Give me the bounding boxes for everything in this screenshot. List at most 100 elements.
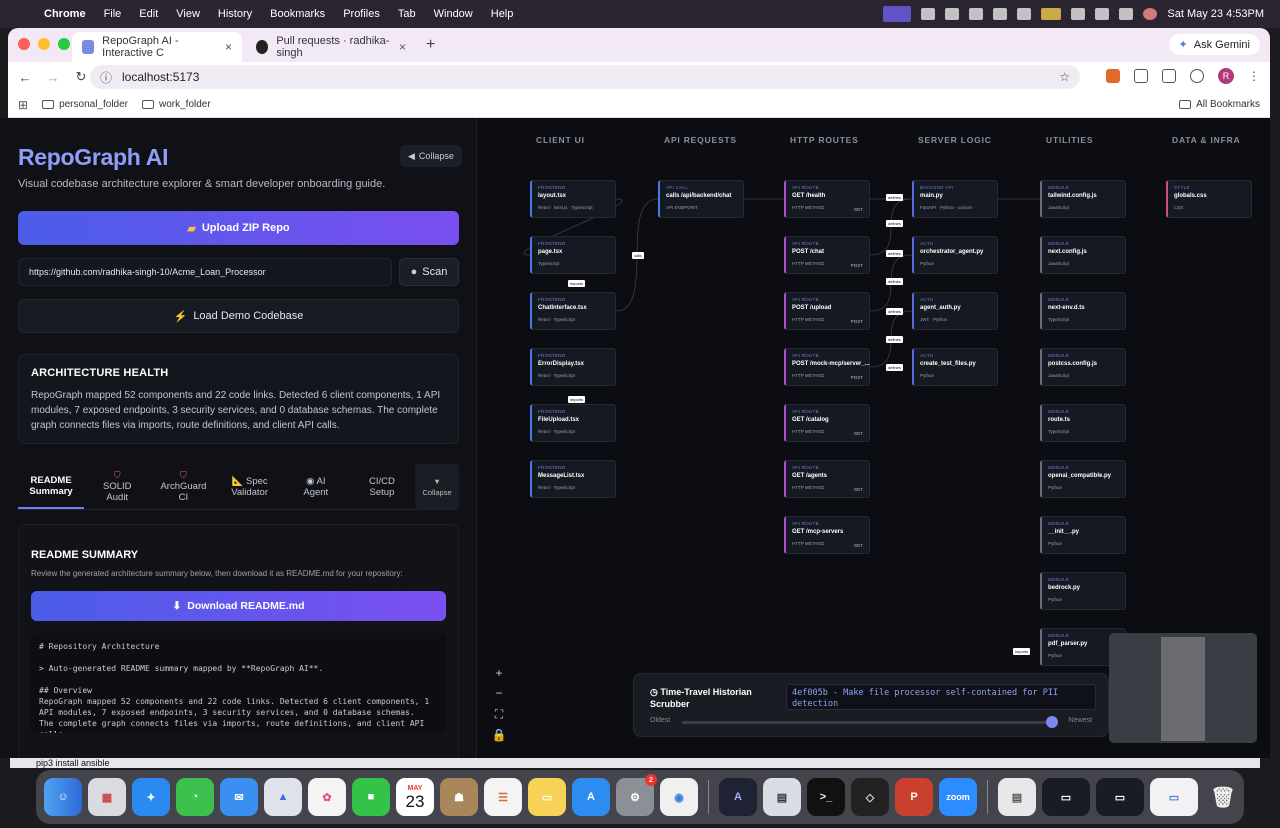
menu-app-name[interactable]: Chrome	[44, 8, 86, 20]
graph-node-route[interactable]: API ROUTE POST /upload HTTP METHOD POST	[784, 292, 870, 330]
wifi-icon[interactable]	[1071, 8, 1086, 20]
maps-icon[interactable]: ▲	[264, 778, 302, 816]
load-demo-button[interactable]: ⚡ Load Demo Codebase	[18, 299, 459, 333]
reminders-icon[interactable]: ☰	[484, 778, 522, 816]
extension-icon[interactable]	[1106, 69, 1120, 83]
graph-node-util[interactable]: MODULE openai_compatible.py Python	[1040, 460, 1126, 498]
graph-node-util[interactable]: MODULE route.ts TypeScript	[1040, 404, 1126, 442]
tab-search-icon[interactable]	[1162, 69, 1176, 83]
collapse-sidebar-button[interactable]: ◀ Collapse	[400, 145, 462, 167]
recent-window-thumbnail[interactable]: ▭	[1096, 778, 1144, 816]
graph-node-route[interactable]: API ROUTE GET /health HTTP METHOD GET	[784, 180, 870, 218]
launchpad-icon[interactable]: ▦	[88, 778, 126, 816]
menu-bookmarks[interactable]: Bookmarks	[270, 8, 325, 20]
contacts-icon[interactable]: ☗	[440, 778, 478, 816]
graph-node-client[interactable]: FRONTEND ErrorDisplay.tsx React · TypeScri…	[530, 348, 616, 386]
graph-node-server[interactable]: AUTH create_test_files.py Python	[912, 348, 998, 386]
tab-cicd-setup[interactable]: CI/CD Setup	[349, 464, 415, 509]
moon-icon[interactable]	[1017, 8, 1032, 20]
powerpoint-icon[interactable]: P	[895, 778, 933, 816]
graph-node-client[interactable]: FRONTEND page.tsx TypeScript	[530, 236, 616, 274]
menu-history[interactable]: History	[218, 8, 252, 20]
forward-arrow-icon[interactable]: →	[42, 70, 64, 85]
graph-node-client[interactable]: FRONTEND ChatInterface.tsx React · TypeScr…	[530, 292, 616, 330]
siri-icon[interactable]	[1143, 8, 1158, 20]
sparkle-icon[interactable]	[969, 8, 984, 20]
finder-icon[interactable]: ☺	[44, 778, 82, 816]
recent-document-icon[interactable]: ▤	[998, 778, 1036, 816]
close-window-button[interactable]	[18, 38, 30, 50]
bookmark-star-icon[interactable]: ☆	[1059, 70, 1070, 84]
screen-share-icon[interactable]	[883, 6, 912, 22]
graph-node-util[interactable]: MODULE __init__.py Python	[1040, 516, 1126, 554]
recent-window-thumbnail[interactable]: ▭	[1042, 778, 1090, 816]
notes-icon[interactable]: ▭	[528, 778, 566, 816]
graph-node-util[interactable]: MODULE next-env.d.ts TypeScript	[1040, 292, 1126, 330]
close-tab-icon[interactable]: ×	[225, 40, 232, 54]
lock-icon[interactable]	[993, 8, 1008, 20]
upload-zip-button[interactable]: ▰ Upload ZIP Repo	[18, 211, 459, 245]
mail-icon[interactable]: ✉	[220, 778, 258, 816]
preview-icon[interactable]: ▤	[763, 778, 801, 816]
tab-pull-requests[interactable]: Pull requests · radhika-singh ×	[246, 32, 416, 62]
readme-code-preview[interactable]: # Repository Architecture > Auto-generat…	[31, 633, 446, 733]
site-info-icon[interactable]: ⓘ	[100, 69, 112, 86]
reload-icon[interactable]: ↻	[70, 69, 92, 85]
recent-window-thumbnail[interactable]: ▭	[1150, 778, 1198, 816]
shield-icon[interactable]	[921, 8, 936, 20]
chrome-icon[interactable]: ◉	[660, 778, 698, 816]
control-center-icon[interactable]	[1119, 8, 1134, 20]
tab-readme-summary[interactable]: README Summary	[18, 464, 85, 509]
download-readme-button[interactable]: ⬇ Download README.md	[31, 591, 446, 621]
graph-node-server[interactable]: AUTH orchestrator_agent.py Python	[912, 236, 998, 274]
graph-node-util[interactable]: MODULE bedrock.py Python	[1040, 572, 1126, 610]
graph-node-server[interactable]: AUTH agent_auth.py JWT · Python	[912, 292, 998, 330]
arc-icon[interactable]: A	[719, 778, 757, 816]
bookmark-personal-folder[interactable]: personal_folder	[42, 99, 128, 110]
app-store-icon[interactable]: A	[572, 778, 610, 816]
profile-avatar[interactable]: R	[1218, 68, 1234, 84]
font-icon[interactable]	[945, 8, 960, 20]
tab-solid-audit[interactable]: ⛉ SOLID Audit	[84, 464, 150, 509]
graph-node-data[interactable]: STYLE globals.css CSS	[1166, 180, 1252, 218]
menu-view[interactable]: View	[176, 8, 200, 20]
minimap-viewport[interactable]	[1161, 637, 1205, 741]
system-settings-icon[interactable]: ⚙ 2	[616, 774, 657, 816]
architecture-graph[interactable]: CLIENT UI API REQUESTS HTTP ROUTES SERVER L…	[478, 118, 1270, 758]
calendar-icon[interactable]: MAY 23	[396, 778, 434, 816]
battery-icon[interactable]	[1041, 8, 1062, 20]
graph-node-api[interactable]: API CALL calls /api/backend/chat API ENDPO…	[658, 180, 744, 218]
new-tab-button[interactable]: +	[426, 36, 435, 54]
graph-node-route[interactable]: API ROUTE GET /agents HTTP METHOD GET	[784, 460, 870, 498]
safari-icon[interactable]: ✦	[132, 778, 170, 816]
graph-node-route[interactable]: API ROUTE GET /catalog HTTP METHOD GET	[784, 404, 870, 442]
menu-tab[interactable]: Tab	[398, 8, 416, 20]
fit-view-icon[interactable]: ⛶	[495, 707, 503, 722]
graph-node-route[interactable]: API ROUTE POST /mock-mcp/server_... HTTP M…	[784, 348, 870, 386]
maximize-window-button[interactable]	[58, 38, 70, 50]
graph-node-util[interactable]: MODULE postcss.config.js JavaScript	[1040, 348, 1126, 386]
repo-url-input[interactable]: https://github.com/radhika-singh-10/Acme…	[18, 258, 392, 286]
graph-node-client[interactable]: FRONTEND FileUpload.tsx React · TypeScript	[530, 404, 616, 442]
close-tab-icon[interactable]: ×	[399, 40, 406, 54]
menu-profiles[interactable]: Profiles	[343, 8, 380, 20]
scan-button[interactable]: ● Scan	[399, 258, 459, 286]
apps-grid-icon[interactable]: ⊞	[18, 98, 28, 112]
terminal-icon[interactable]: >_	[807, 778, 845, 816]
history-slider[interactable]	[682, 716, 1059, 728]
all-bookmarks[interactable]: All Bookmarks	[1179, 99, 1260, 110]
menubar-datetime[interactable]: Sat May 23 4:53PM	[1167, 8, 1264, 20]
zoom-in-icon[interactable]: +	[495, 666, 502, 680]
tab-repograph[interactable]: RepoGraph AI - Interactive C ×	[72, 32, 242, 62]
trash-icon[interactable]: 🗑	[1204, 778, 1242, 816]
graph-minimap[interactable]	[1109, 633, 1257, 743]
graph-node-route[interactable]: API ROUTE GET /mcp-servers HTTP METHOD GET	[784, 516, 870, 554]
cube-app-icon[interactable]: ◇	[851, 778, 889, 816]
download-icon[interactable]	[1190, 69, 1204, 83]
tab-ai-agent[interactable]: ◉ AI Agent	[283, 464, 349, 509]
terminal-window-strip[interactable]: pip3 install ansible	[10, 758, 1260, 768]
messages-icon[interactable]: ◔	[176, 778, 214, 816]
ask-gemini-button[interactable]: ✦ Ask Gemini	[1168, 34, 1260, 55]
tab-spec-validator[interactable]: 📐 Spec Validator	[217, 464, 283, 509]
graph-node-client[interactable]: FRONTEND MessageList.tsx React · TypeScrip…	[530, 460, 616, 498]
